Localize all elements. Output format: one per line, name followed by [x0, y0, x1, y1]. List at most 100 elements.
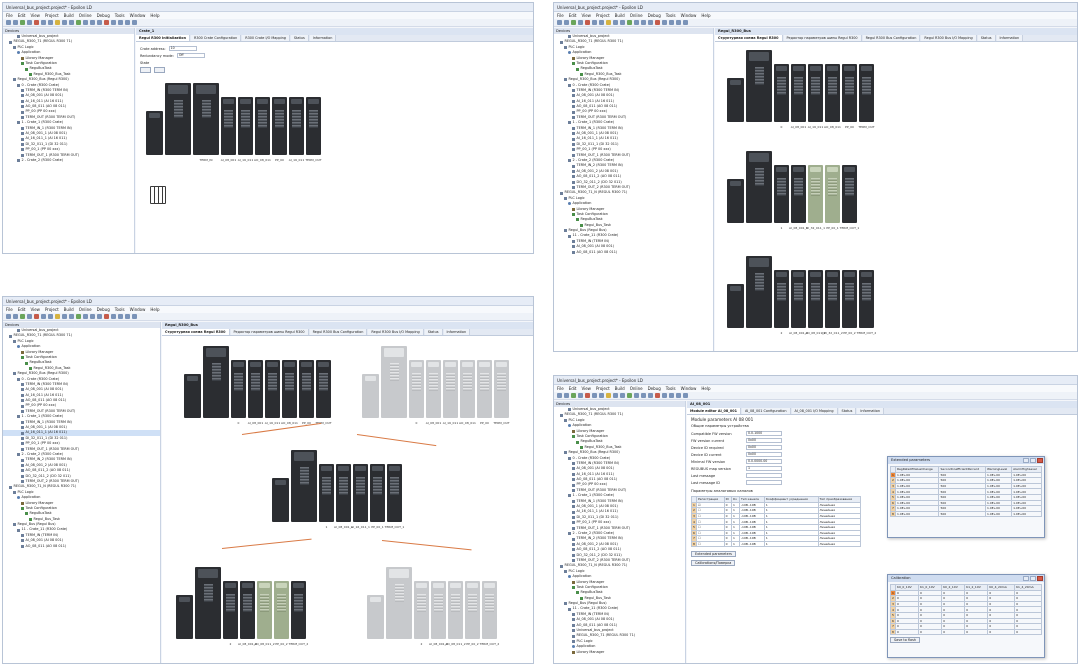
redo-icon[interactable] [592, 393, 597, 398]
menu-item-project[interactable]: Project [45, 306, 59, 313]
io-module[interactable]: AO_08_011_2 [805, 270, 826, 335]
cpu-module[interactable] [165, 83, 191, 155]
document-tab[interactable]: Crate_1 [136, 28, 533, 35]
io-module[interactable]: PP_00_2 [274, 581, 289, 646]
editor-tab[interactable]: Regul R300 Bus Configuration [309, 329, 368, 335]
table-cell[interactable]: 0 [894, 628, 920, 636]
reset-icon[interactable] [125, 314, 130, 319]
io-module[interactable]: AI_08_001 [221, 97, 236, 162]
io-module[interactable]: AI_16_011 [808, 64, 823, 129]
param-value[interactable]: 0.0.1000 [746, 431, 782, 436]
menu-item-file[interactable]: File [557, 12, 564, 19]
run-icon[interactable] [111, 314, 116, 319]
table-cell[interactable]: 0 [987, 628, 1016, 636]
editor-tab[interactable]: Структурная схема Regul R300 [715, 35, 783, 41]
table-cell[interactable]: -10В..10В [738, 540, 765, 548]
tree-item[interactable]: AO_08_011 (AO 08 011) [3, 544, 160, 549]
io-module[interactable]: DO_32_011_2 [822, 270, 843, 335]
table-cell[interactable]: 1.0E+00 [984, 510, 1013, 518]
editor-tab[interactable]: R300 Crate Configuration [190, 35, 242, 41]
tree-item[interactable]: Library Manager [554, 650, 685, 655]
build-icon[interactable] [641, 20, 646, 25]
io-module[interactable]: AI_08_001_1 [334, 464, 353, 529]
copy-icon[interactable] [606, 393, 611, 398]
replace-icon[interactable] [634, 20, 639, 25]
table-cell[interactable]: 1.0E+00 [894, 510, 940, 518]
io-module[interactable]: TERM_OUT [858, 64, 875, 129]
power-supply-module[interactable] [184, 374, 201, 418]
close-icon[interactable] [1037, 576, 1043, 581]
find-icon[interactable] [76, 314, 81, 319]
delete-icon[interactable] [620, 20, 625, 25]
param-value[interactable]: 0x00 [746, 445, 782, 450]
undo-icon[interactable] [34, 20, 39, 25]
new-icon[interactable] [557, 20, 562, 25]
menu-item-online[interactable]: Online [630, 12, 643, 19]
power-supply-module[interactable] [272, 478, 289, 522]
extended-parameters-button[interactable]: Extended parameters [691, 551, 736, 558]
param-value[interactable]: 0x00 [746, 452, 782, 457]
table-cell[interactable]: 0 [918, 628, 943, 636]
minimize-icon[interactable] [1023, 576, 1029, 581]
menu-item-build[interactable]: Build [615, 385, 625, 392]
menu-item-tools[interactable]: Tools [666, 385, 676, 392]
menu-item-view[interactable]: View [30, 12, 40, 19]
logout-icon[interactable] [104, 314, 109, 319]
table-cell[interactable]: 0 [1014, 628, 1042, 636]
save-icon[interactable] [571, 20, 576, 25]
build-icon[interactable] [90, 20, 95, 25]
table-cell[interactable]: 1 [730, 540, 740, 548]
menu-item-tools[interactable]: Tools [666, 12, 676, 19]
editor-tab[interactable]: AI_08_001 Configuration [741, 408, 791, 414]
menu-item-view[interactable]: View [581, 12, 591, 19]
param-value[interactable]: 0x00 [746, 438, 782, 443]
editor-tab[interactable]: Information [443, 329, 471, 335]
io-module[interactable]: AI_08_001 [791, 64, 806, 129]
menu-item-online[interactable]: Online [79, 12, 92, 19]
io-module[interactable]: 0 [231, 360, 246, 425]
stop-icon[interactable] [118, 20, 123, 25]
print-icon[interactable] [578, 393, 583, 398]
menu-item-tools[interactable]: Tools [115, 306, 125, 313]
io-module[interactable]: TERM_OUT_2 [289, 581, 308, 646]
menu-item-project[interactable]: Project [596, 12, 610, 19]
io-module[interactable]: AO_08_011_2 [254, 581, 275, 646]
io-module[interactable]: AO_08_011 [459, 360, 476, 425]
reset-icon[interactable] [676, 20, 681, 25]
redo-icon[interactable] [41, 20, 46, 25]
logout-icon[interactable] [104, 20, 109, 25]
reset-icon[interactable] [676, 393, 681, 398]
cpu-module[interactable] [195, 567, 221, 639]
cut-icon[interactable] [48, 20, 53, 25]
logout-icon[interactable] [655, 20, 660, 25]
editor-tab[interactable]: Status [838, 408, 857, 414]
table-cell[interactable]: 0 [941, 628, 966, 636]
io-module[interactable]: PP_00_1 [825, 165, 840, 230]
io-module[interactable]: TERM_OUT_1 [385, 464, 404, 529]
io-module[interactable]: AI_16_011 [238, 97, 253, 162]
table-cell[interactable]: 500 [938, 510, 986, 518]
menu-item-build[interactable]: Build [64, 12, 74, 19]
param-value[interactable]: 0.0.0000.00 [746, 459, 782, 464]
io-module[interactable]: 0 [774, 64, 789, 129]
io-module[interactable]: AO_08_011 [824, 64, 841, 129]
io-module[interactable]: AI_08_001_1 [789, 165, 808, 230]
tree-item[interactable]: AO_08_011 (AO 08 011) [554, 250, 713, 255]
menu-item-online[interactable]: Online [630, 385, 643, 392]
document-tab[interactable]: AI_08_001 [687, 401, 1077, 408]
calibration-button[interactable]: Calibrations/Поверка [691, 560, 736, 567]
state-on-button[interactable] [140, 66, 152, 73]
io-module[interactable]: PP_00_1 [370, 464, 385, 529]
delete-icon[interactable] [69, 20, 74, 25]
table-row[interactable]: 8 ☐ 0 1 -10В..10В 1 Линейная [691, 540, 861, 548]
open-icon[interactable] [564, 393, 569, 398]
editor-tab[interactable]: Regul R300 Bus I/O Mapping [921, 35, 977, 41]
state-off-button[interactable] [154, 66, 166, 73]
menu-item-file[interactable]: File [6, 306, 13, 313]
cut-icon[interactable] [599, 393, 604, 398]
replace-icon[interactable] [634, 393, 639, 398]
power-supply-module[interactable] [362, 374, 379, 418]
paste-icon[interactable] [613, 20, 618, 25]
io-module[interactable]: TERM_OUT [315, 360, 332, 425]
cut-icon[interactable] [48, 314, 53, 319]
